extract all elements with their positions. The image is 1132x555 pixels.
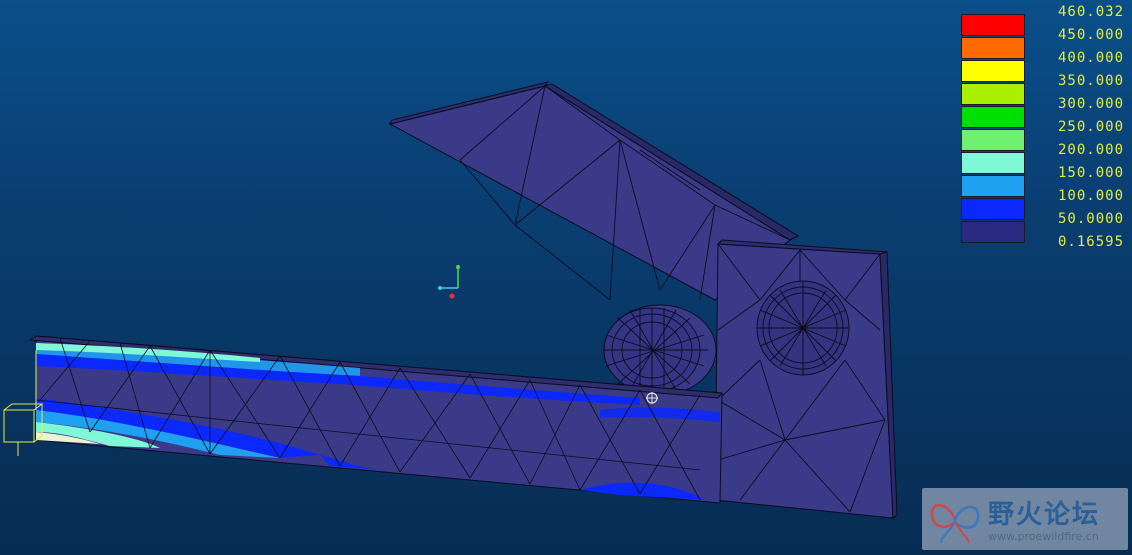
legend-swatch: [961, 175, 1025, 197]
legend-swatch: [961, 37, 1025, 59]
watermark-url: www.proewildfire.cn: [988, 530, 1099, 543]
forum-watermark: 野火论坛 www.proewildfire.cn: [922, 488, 1128, 550]
legend-label: 350.000: [1058, 73, 1125, 89]
legend-label: 200.000: [1058, 142, 1125, 158]
legend-label: 300.000: [1058, 96, 1125, 112]
constraint-box: [3, 350, 44, 456]
butterfly-logo-icon: [930, 503, 980, 543]
watermark-title: 野火论坛: [988, 500, 1101, 530]
legend-label: 0.16595: [1058, 234, 1125, 250]
legend-label: 50.0000: [1058, 211, 1125, 227]
right-block: [714, 239, 898, 519]
pin-roller: [603, 304, 717, 396]
legend-swatch: [961, 106, 1025, 128]
coordinate-triad: [438, 265, 460, 299]
legend-label: 450.000: [1058, 27, 1125, 43]
legend-label: 250.000: [1058, 119, 1125, 135]
legend-swatch: [961, 83, 1025, 105]
legend-label: 460.032: [1058, 4, 1125, 20]
legend-swatch: [961, 14, 1025, 36]
right-hole: [756, 280, 850, 376]
legend-swatch: [961, 221, 1025, 243]
legend-label: 150.000: [1058, 165, 1125, 181]
legend-label: 100.000: [1058, 188, 1125, 204]
legend-swatch: [961, 60, 1025, 82]
legend-swatch: [961, 152, 1025, 174]
legend-label: 400.000: [1058, 50, 1125, 66]
legend-swatch: [961, 129, 1025, 151]
legend-swatch: [961, 198, 1025, 220]
stress-legend: 460.032 450.000 400.000 350.000 300.000 …: [960, 4, 1132, 256]
